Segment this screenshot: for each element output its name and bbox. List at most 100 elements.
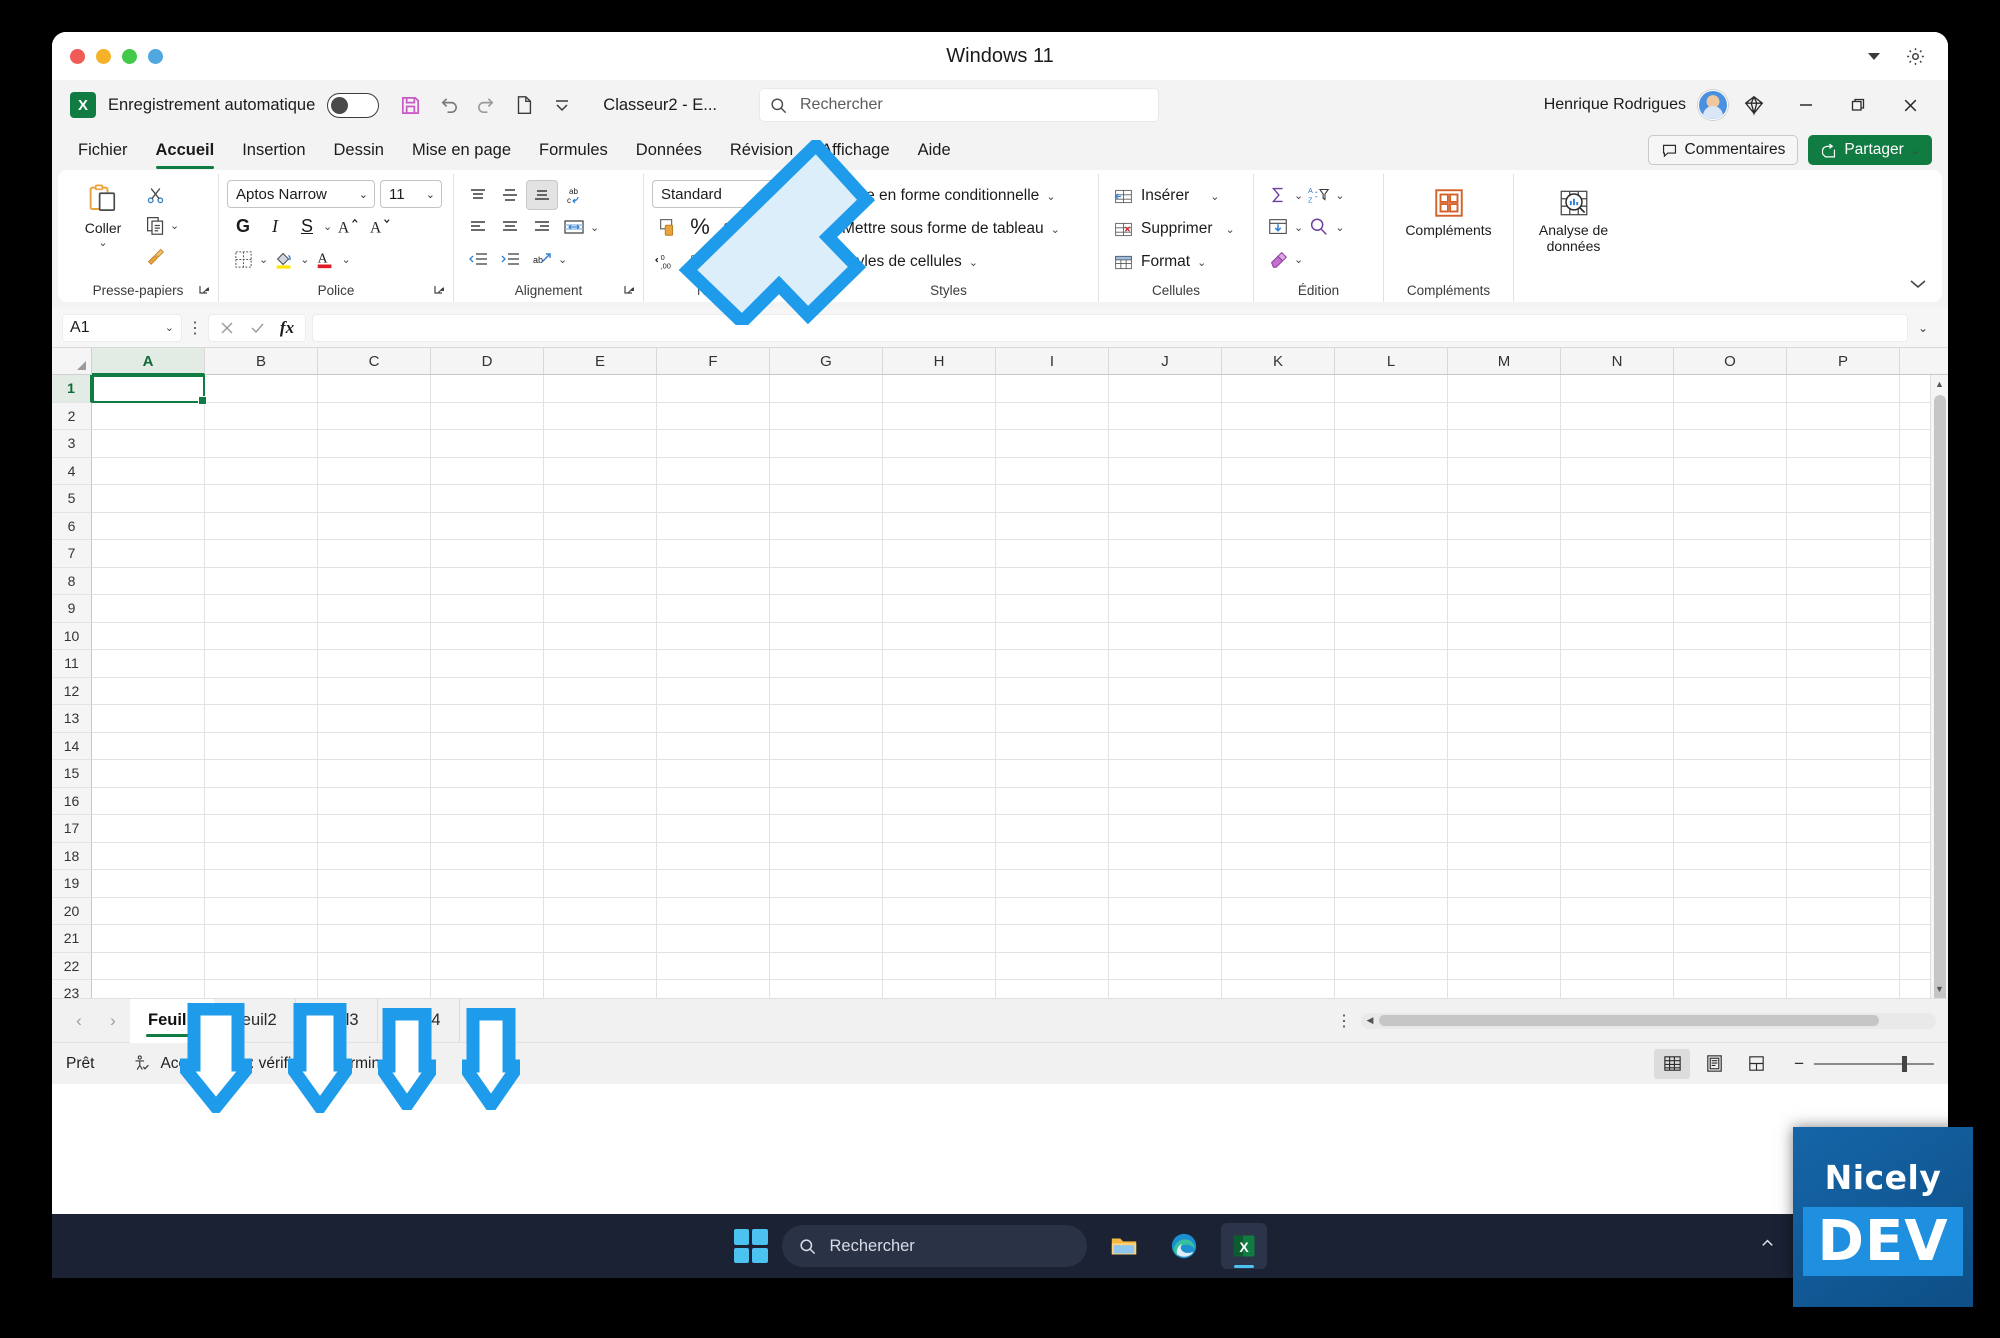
cell-K5[interactable] [1222,485,1335,513]
tab-insertion[interactable]: Insertion [228,136,319,165]
cell-K23[interactable] [1222,980,1335,998]
cell-C17[interactable] [318,815,431,843]
cell-C3[interactable] [318,430,431,458]
decrease-decimal-icon[interactable]: 0,00 [652,246,684,276]
clipboard-dialog-launcher[interactable] [198,284,214,300]
cell-L14[interactable] [1335,732,1448,760]
font-name-dropdown[interactable]: Aptos Narrow ⌄ [227,180,375,208]
cell-O14[interactable] [1674,732,1787,760]
sheet-tab-feuil1[interactable]: Feuil1 [130,998,214,1043]
cell-C14[interactable] [318,732,431,760]
grid-cells[interactable] [92,375,1948,998]
column-header-I[interactable]: I [996,348,1109,375]
page-layout-view-button[interactable] [1696,1049,1732,1079]
tab-mise-en-page[interactable]: Mise en page [398,136,525,165]
cell-F2[interactable] [657,402,770,430]
table-row[interactable] [92,540,1948,568]
tab-fichier[interactable]: Fichier [64,136,142,165]
cell-M9[interactable] [1448,595,1561,623]
chevron-down-icon[interactable]: ⌄ [1046,190,1055,203]
table-row[interactable] [92,815,1948,843]
cell-C12[interactable] [318,677,431,705]
cell-M18[interactable] [1448,842,1561,870]
cell-B2[interactable] [205,402,318,430]
align-bottom-icon[interactable] [526,180,558,210]
cell-P5[interactable] [1787,485,1900,513]
cell-I18[interactable] [996,842,1109,870]
cell-E13[interactable] [544,705,657,733]
cell-K13[interactable] [1222,705,1335,733]
data-analysis-button[interactable]: Analyse de données [1522,182,1625,254]
cell-B19[interactable] [205,870,318,898]
cell-I16[interactable] [996,787,1109,815]
cell-E23[interactable] [544,980,657,998]
row-header-20[interactable]: 20 [52,897,92,925]
cell-H16[interactable] [883,787,996,815]
scroll-down-icon[interactable]: ▼ [1931,980,1948,998]
cell-H19[interactable] [883,870,996,898]
cell-E11[interactable] [544,650,657,678]
cell-F16[interactable] [657,787,770,815]
cell-D18[interactable] [431,842,544,870]
number-format-dropdown[interactable]: Standard ⌄ [652,180,794,208]
cell-I3[interactable] [996,430,1109,458]
cell-J8[interactable] [1109,567,1222,595]
table-row[interactable] [92,457,1948,485]
collapse-ribbon-button[interactable] [1908,277,1928,296]
cell-M4[interactable] [1448,457,1561,485]
cell-D22[interactable] [431,952,544,980]
cell-G15[interactable] [770,760,883,788]
cell-N14[interactable] [1561,732,1674,760]
cell-L9[interactable] [1335,595,1448,623]
table-row[interactable] [92,622,1948,650]
cell-K4[interactable] [1222,457,1335,485]
extra-window-button[interactable] [148,48,163,64]
cell-D6[interactable] [431,512,544,540]
horizontal-scroll-thumb[interactable] [1379,1015,1879,1026]
cell-A9[interactable] [92,595,205,623]
cell-B12[interactable] [205,677,318,705]
cell-E19[interactable] [544,870,657,898]
cell-P22[interactable] [1787,952,1900,980]
cell-M15[interactable] [1448,760,1561,788]
cell-K9[interactable] [1222,595,1335,623]
cell-B11[interactable] [205,650,318,678]
cell-L17[interactable] [1335,815,1448,843]
chevron-down-icon[interactable]: ⌄ [1294,189,1303,202]
next-sheet-button[interactable]: › [96,1004,130,1038]
find-select-icon[interactable] [1303,212,1335,242]
cell-O6[interactable] [1674,512,1787,540]
alignment-dialog-launcher[interactable] [623,284,639,300]
cell-H10[interactable] [883,622,996,650]
cell-A12[interactable] [92,677,205,705]
cell-K2[interactable] [1222,402,1335,430]
cell-L22[interactable] [1335,952,1448,980]
sheet-tab-feuil3[interactable]: Feuil3 [296,998,378,1043]
chevron-down-icon[interactable]: ⌄ [1210,190,1219,203]
cell-H21[interactable] [883,925,996,953]
select-all-button[interactable] [52,348,92,375]
cell-P23[interactable] [1787,980,1900,998]
cell-F19[interactable] [657,870,770,898]
cell-M13[interactable] [1448,705,1561,733]
cell-N12[interactable] [1561,677,1674,705]
cell-M7[interactable] [1448,540,1561,568]
cell-B23[interactable] [205,980,318,998]
row-header-21[interactable]: 21 [52,925,92,953]
save-icon[interactable] [391,87,429,123]
cell-B14[interactable] [205,732,318,760]
table-row[interactable] [92,375,1948,403]
table-row[interactable] [92,897,1948,925]
formula-input[interactable] [312,313,1908,342]
cell-I8[interactable] [996,567,1109,595]
column-header-N[interactable]: N [1561,348,1674,375]
document-name[interactable]: Classeur2 - E... [603,96,717,115]
cell-C11[interactable] [318,650,431,678]
cell-J6[interactable] [1109,512,1222,540]
borders-icon[interactable] [227,244,259,274]
cell-E4[interactable] [544,457,657,485]
cell-J20[interactable] [1109,897,1222,925]
cell-I20[interactable] [996,897,1109,925]
cell-H15[interactable] [883,760,996,788]
cell-G9[interactable] [770,595,883,623]
